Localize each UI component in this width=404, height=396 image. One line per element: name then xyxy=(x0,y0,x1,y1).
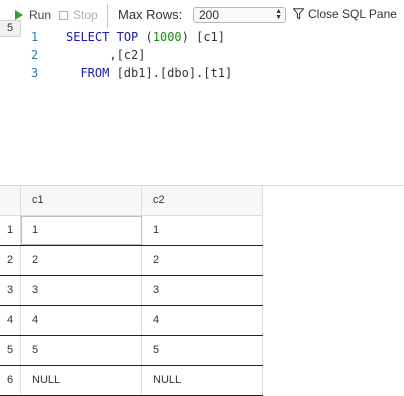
grid-cell[interactable]: 3 xyxy=(21,276,142,305)
row-number: 4 xyxy=(0,306,21,335)
line-count-badge: 5 xyxy=(0,20,21,37)
stop-label: Stop xyxy=(73,8,98,22)
run-label: Run xyxy=(29,8,52,22)
toolbar-divider xyxy=(107,4,108,28)
column-header-c1[interactable]: c1 xyxy=(21,186,142,215)
grid-cell[interactable]: 5 xyxy=(142,336,263,365)
keyword-top: TOP xyxy=(116,30,139,44)
close-sql-pane-label: Close SQL Pane xyxy=(308,7,397,21)
grid-cell[interactable]: 4 xyxy=(142,306,263,335)
max-rows-label: Max Rows: xyxy=(118,7,183,22)
open-paren: ( xyxy=(145,30,153,44)
grid-cell[interactable]: 2 xyxy=(142,246,263,275)
grid-cell[interactable]: NULL xyxy=(21,366,142,395)
grid-cell[interactable]: 1 xyxy=(142,216,263,245)
grid-cell[interactable]: 1 xyxy=(21,216,142,245)
table-row: 4 4 4 xyxy=(0,306,263,336)
query-toolbar: Run Stop Max Rows: 200 ▲ ▼ Close SQL Pane xyxy=(0,0,404,30)
grid-cell[interactable]: 4 xyxy=(21,306,142,335)
code-text: [db1].[dbo].[t1] xyxy=(109,66,233,80)
row-number-header xyxy=(0,186,21,215)
results-grid: c1 c2 1 1 1 2 2 2 3 3 3 4 4 4 5 5 5 6 NU… xyxy=(0,186,263,396)
max-rows-value: 200 xyxy=(199,8,220,22)
table-row: 1 1 1 xyxy=(0,216,263,246)
code-line-1[interactable]: SELECT TOP (1000) [c1] xyxy=(66,30,225,44)
line-number: 1 xyxy=(31,30,39,44)
grid-cell[interactable]: 2 xyxy=(21,246,142,275)
number-literal: 1000 xyxy=(152,30,182,44)
row-number: 6 xyxy=(0,366,21,395)
grid-cell[interactable]: 5 xyxy=(21,336,142,365)
close-sql-pane-button[interactable]: Close SQL Pane xyxy=(293,7,397,21)
table-row: 5 5 5 xyxy=(0,336,263,366)
stop-button[interactable]: Stop xyxy=(59,7,98,23)
grid-cell[interactable]: 3 xyxy=(142,276,263,305)
keyword-from: FROM xyxy=(80,66,110,80)
code-line-3[interactable]: FROM [db1].[dbo].[t1] xyxy=(66,66,232,80)
row-number: 5 xyxy=(0,336,21,365)
grid-header: c1 c2 xyxy=(0,186,263,216)
table-row: 3 3 3 xyxy=(0,276,263,306)
grid-cell[interactable]: NULL xyxy=(142,366,263,395)
row-number: 1 xyxy=(0,216,21,245)
select-updown-icon: ▲ ▼ xyxy=(275,8,282,21)
column-header-c2[interactable]: c2 xyxy=(142,186,263,215)
filter-icon xyxy=(293,8,304,20)
keyword-select: SELECT xyxy=(66,30,110,44)
max-rows-select[interactable]: 200 ▲ ▼ xyxy=(193,7,286,23)
row-number: 2 xyxy=(0,246,21,275)
table-row: 2 2 2 xyxy=(0,246,263,276)
code-text: ) [c1] xyxy=(181,30,226,44)
line-number: 2 xyxy=(31,48,39,62)
table-row: 6 NULL NULL xyxy=(0,366,263,396)
line-number: 3 xyxy=(31,66,39,80)
code-line-2[interactable]: ,[c2] xyxy=(66,48,145,62)
row-number: 3 xyxy=(0,276,21,305)
stop-icon xyxy=(59,10,68,20)
play-icon xyxy=(15,10,23,20)
